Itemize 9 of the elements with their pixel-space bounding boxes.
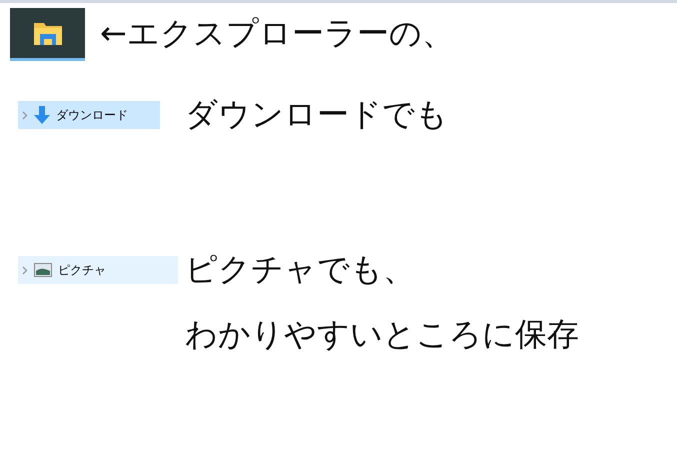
caption: ピクチャでも、 bbox=[185, 249, 415, 290]
caption: ダウンロードでも bbox=[185, 94, 448, 135]
nav-item[interactable]: ピクチャ bbox=[18, 256, 178, 284]
taskbar-button[interactable] bbox=[10, 8, 85, 60]
image-icon bbox=[34, 263, 52, 277]
caption: わかりやすいところに保存 bbox=[185, 314, 579, 355]
caption: ←エクスプローラーの、 bbox=[100, 13, 454, 54]
down-arrow-icon bbox=[34, 106, 50, 124]
nav-item[interactable]: ダウンロード bbox=[18, 101, 160, 129]
